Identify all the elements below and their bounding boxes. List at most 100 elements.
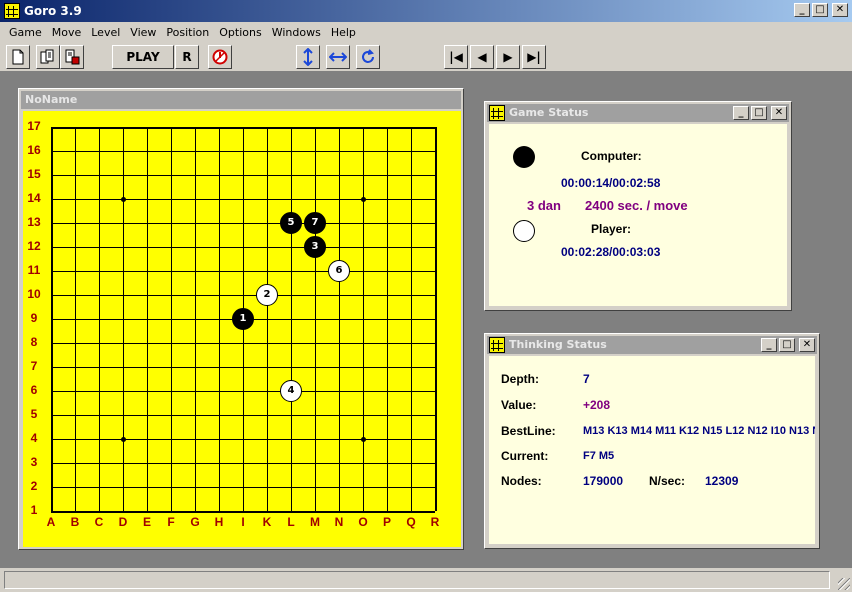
column-label: L xyxy=(287,515,295,529)
white-stone-6: 6 xyxy=(328,260,350,282)
status-panel xyxy=(4,571,830,589)
flip-horizontal-icon xyxy=(328,52,348,62)
menu-game[interactable]: Game xyxy=(4,26,47,39)
close-button[interactable]: ✕ xyxy=(832,3,848,17)
maximize-button[interactable]: □ xyxy=(812,3,828,17)
menu-help[interactable]: Help xyxy=(326,26,361,39)
column-label: Q xyxy=(406,515,416,529)
column-label: H xyxy=(214,515,224,529)
game-status-window: Game Status _ □ ✕ Computer: 00:00:14/00:… xyxy=(484,101,792,311)
resize-grip-icon[interactable] xyxy=(838,578,850,590)
value-value: +208 xyxy=(583,398,611,412)
grid-line-vertical xyxy=(411,127,412,511)
first-move-button[interactable]: |◀ xyxy=(444,45,468,69)
go-board[interactable]: 17 16 15 14 13 12 11 10 9 8 7 6 5 4 3 2 1 A B C D E F G H I K L M N O P… xyxy=(23,111,461,547)
column-label: I xyxy=(241,515,245,529)
maximize-button[interactable]: □ xyxy=(751,106,767,120)
r-button[interactable]: R xyxy=(175,45,199,69)
column-label: A xyxy=(46,515,56,529)
row-label: 13 xyxy=(27,215,41,229)
row-label: 14 xyxy=(27,191,41,205)
maximize-button[interactable]: □ xyxy=(779,338,795,352)
board-window-title: NoName xyxy=(25,93,78,106)
nsec-value: 12309 xyxy=(705,474,739,488)
grid-line-horizontal xyxy=(51,439,435,440)
computer-time: 00:00:14/00:02:58 xyxy=(561,176,661,190)
close-button[interactable]: ✕ xyxy=(799,338,815,352)
new-game-button[interactable] xyxy=(6,45,30,69)
black-stone-5: 5 xyxy=(280,212,302,234)
menu-position[interactable]: Position xyxy=(161,26,214,39)
black-stone-1: 1 xyxy=(232,308,254,330)
flip-vertical-icon xyxy=(303,47,313,67)
black-stone-3: 3 xyxy=(304,236,326,258)
stop-icon xyxy=(212,49,228,65)
copy-game-button[interactable] xyxy=(36,45,60,69)
computer-stone-icon xyxy=(513,146,535,168)
game-status-window-controls: _ □ ✕ xyxy=(733,106,787,120)
grid-line-horizontal xyxy=(51,367,435,368)
menu-level[interactable]: Level xyxy=(86,26,125,39)
level-value: 3 dan xyxy=(527,198,561,213)
star-point xyxy=(361,437,366,442)
save-game-button[interactable] xyxy=(60,45,84,69)
board-window-title-bar[interactable]: NoName xyxy=(21,91,461,109)
row-label: 6 xyxy=(30,383,38,397)
stop-button[interactable] xyxy=(208,45,232,69)
save-document-icon xyxy=(65,49,80,65)
thinking-status-window-controls: _ □ ✕ xyxy=(761,338,815,352)
game-status-title-bar[interactable]: Game Status _ □ ✕ xyxy=(487,104,789,122)
menu-move[interactable]: Move xyxy=(47,26,87,39)
rotate-button[interactable] xyxy=(356,45,380,69)
minimize-button[interactable]: _ xyxy=(794,3,810,17)
flip-horizontal-button[interactable] xyxy=(326,45,350,69)
menu-view[interactable]: View xyxy=(125,26,161,39)
minimize-button[interactable]: _ xyxy=(761,338,777,352)
grid-line-horizontal xyxy=(51,415,435,416)
close-button[interactable]: ✕ xyxy=(771,106,787,120)
column-label: M xyxy=(310,515,320,529)
white-stone-4: 4 xyxy=(280,380,302,402)
row-label: 12 xyxy=(27,239,41,253)
star-point xyxy=(121,197,126,202)
nodes-label: Nodes: xyxy=(501,474,542,488)
last-move-button[interactable]: ▶| xyxy=(522,45,546,69)
current-label: Current: xyxy=(501,449,549,463)
play-button[interactable]: PLAY xyxy=(112,45,174,69)
column-label: B xyxy=(70,515,80,529)
star-point xyxy=(361,197,366,202)
row-label: 2 xyxy=(30,479,38,493)
next-move-button[interactable]: ▶ xyxy=(496,45,520,69)
row-label: 17 xyxy=(27,119,41,133)
depth-label: Depth: xyxy=(501,372,539,386)
time-per-move: 2400 sec. / move xyxy=(585,198,688,213)
app-window-controls: _ □ ✕ xyxy=(794,3,848,17)
white-stone-2: 2 xyxy=(256,284,278,306)
thinking-status-title-bar[interactable]: Thinking Status _ □ ✕ xyxy=(487,336,817,354)
app-title-bar: Goro 3.9 _ □ ✕ xyxy=(0,0,852,22)
grid-line-vertical xyxy=(387,127,388,511)
grid-line-horizontal xyxy=(51,343,435,344)
copy-document-icon xyxy=(40,49,54,64)
menu-options[interactable]: Options xyxy=(214,26,266,39)
minimize-button[interactable]: _ xyxy=(733,106,749,120)
column-label: O xyxy=(358,515,368,529)
column-label: F xyxy=(167,515,175,529)
column-label: N xyxy=(334,515,344,529)
row-label: 4 xyxy=(30,431,38,445)
flip-vertical-button[interactable] xyxy=(296,45,320,69)
row-label: 3 xyxy=(30,455,38,469)
grid-line-horizontal xyxy=(51,391,435,392)
status-bar xyxy=(0,568,852,592)
new-document-icon xyxy=(12,49,24,65)
goro-app-icon xyxy=(489,105,505,121)
nodes-value: 179000 xyxy=(583,474,624,488)
grid-line-vertical xyxy=(267,127,268,511)
game-status-content: Computer: 00:00:14/00:02:58 3 dan 2400 s… xyxy=(489,124,787,306)
value-label: Value: xyxy=(501,398,537,412)
rotate-icon xyxy=(362,49,374,63)
bestline-label: BestLine: xyxy=(501,424,556,438)
thinking-status-content: Depth: 7 Value: +208 BestLine: M13 K13 M… xyxy=(489,356,815,544)
menu-windows[interactable]: Windows xyxy=(267,26,326,39)
prev-move-button[interactable]: ◀ xyxy=(470,45,494,69)
